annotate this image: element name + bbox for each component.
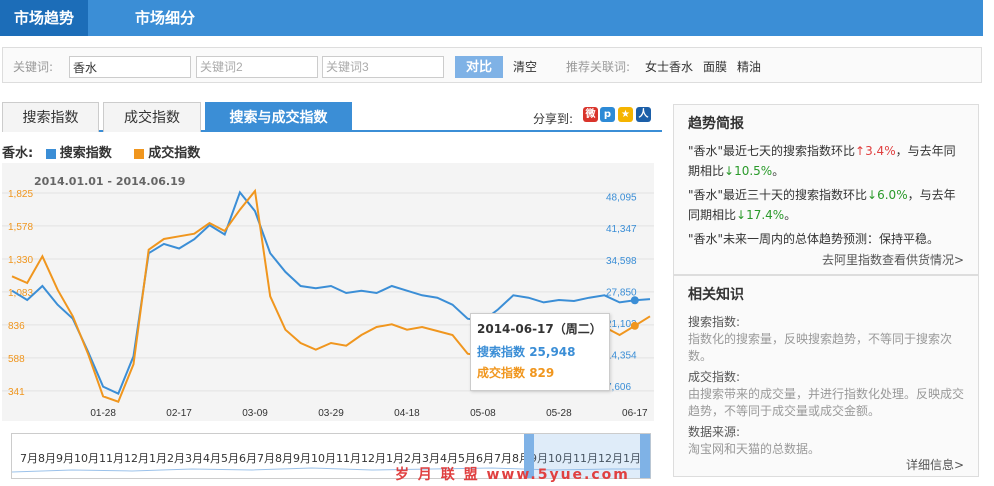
left-axis-tick: 1,825: [8, 189, 33, 200]
brief-30d-yoy-change: 17.4%: [746, 208, 785, 222]
highlight-point-trade[interactable]: [630, 321, 639, 330]
tooltip-search-row: 搜索指数 25,948: [477, 343, 603, 360]
legend-prefix: 香水:: [2, 146, 34, 161]
x-axis-tick: 01-28: [90, 408, 116, 419]
keyword-label: 关键词:: [13, 60, 54, 74]
brief-forecast: "香水"未来一周内的总体趋势预测：保持平稳。: [688, 232, 940, 246]
star-icon[interactable]: ★: [618, 107, 633, 122]
knowledge-search-text: 指数化的搜索量，反映搜索趋势，不等同于搜索次数。: [688, 332, 953, 363]
brief-30d-end: 。: [784, 208, 797, 222]
right-axis-tick: 34,598: [606, 256, 637, 267]
knowledge-search-head: 搜索指数:: [688, 315, 741, 329]
x-axis-tick: 02-17: [166, 408, 192, 419]
arrow-down-icon: ↓: [724, 164, 735, 178]
tab-search-and-trade[interactable]: 搜索与成交指数: [205, 102, 352, 132]
rec-keyword-oil[interactable]: 精油: [737, 58, 761, 75]
brief-30d-change: 6.0%: [877, 188, 908, 202]
tooltip-date: 2014-06-17（周二）: [477, 322, 602, 336]
watermark: 岁 月 联 盟 www.5yue.com: [395, 467, 630, 483]
knowledge-source-head: 数据来源:: [688, 425, 741, 439]
keyword-input-2[interactable]: [196, 56, 318, 78]
right-axis-tick: 48,095: [606, 193, 637, 204]
qzone-icon[interactable]: p: [600, 107, 615, 122]
tab-search-index[interactable]: 搜索指数: [2, 102, 99, 132]
brief-title: 趋势简报: [688, 116, 744, 132]
compare-button[interactable]: 对比: [455, 56, 503, 78]
left-axis-tick: 341: [8, 387, 25, 398]
left-axis-tick: 1,578: [8, 222, 33, 233]
share-label: 分享到:: [533, 112, 574, 126]
tooltip-search-value: 25,948: [529, 345, 576, 359]
tooltip-search-label: 搜索指数: [477, 345, 526, 359]
right-axis-tick: 14,354: [606, 351, 637, 362]
chart-tooltip: 2014-06-17（周二） 搜索指数 25,948 成交指数 829: [470, 313, 610, 391]
brief-7d-yoy-change: 10.5%: [734, 164, 773, 178]
tooltip-trade-label: 成交指数: [477, 366, 526, 380]
knowledge-title: 相关知识: [688, 287, 744, 303]
knowledge-trade-head: 成交指数:: [688, 370, 741, 384]
brief-body: "香水"最近七天的搜索指数环比↑3.4%，与去年同期相比↓10.5%。 "香水"…: [674, 141, 978, 249]
tooltip-trade-row: 成交指数 829: [477, 364, 603, 381]
right-axis-tick: 41,347: [606, 224, 637, 235]
trend-brief-panel: 趋势简报 "香水"最近七天的搜索指数环比↑3.4%，与去年同期相比↓10.5%。…: [673, 104, 979, 275]
weibo-icon[interactable]: 微: [583, 107, 598, 122]
legend-search-label[interactable]: 搜索指数: [60, 146, 112, 161]
arrow-down-icon: ↓: [736, 208, 747, 222]
brief-30d-text: "香水"最近三十天的搜索指数环比: [688, 188, 868, 202]
legend-search-swatch: [45, 148, 56, 159]
left-axis-tick: 588: [8, 354, 25, 365]
x-axis-tick: 05-08: [470, 408, 496, 419]
brief-7d-end: 。: [772, 164, 785, 178]
tab-market-trend[interactable]: 市场趋势: [0, 0, 89, 36]
arrow-down-icon: ↓: [867, 188, 878, 202]
rec-keyword-mask[interactable]: 面膜: [703, 58, 727, 75]
brief-7d-change: 3.4%: [865, 144, 896, 158]
x-axis-tick: 03-09: [242, 408, 268, 419]
chart-legend: 香水: 搜索指数 成交指数: [2, 142, 200, 161]
knowledge-body: 搜索指数: 指数化的搜索量，反映搜索趋势，不等同于搜索次数。 成交指数: 由搜索…: [674, 314, 978, 458]
legend-trade-swatch: [134, 148, 145, 159]
legend-trade-label[interactable]: 成交指数: [148, 146, 200, 161]
x-axis-tick: 06-17: [622, 408, 648, 419]
tab-trade-index[interactable]: 成交指数: [103, 102, 201, 132]
right-axis-tick: 27,850: [606, 287, 637, 298]
recommended-label: 推荐关联词:: [566, 60, 631, 74]
x-axis-tick: 04-18: [394, 408, 420, 419]
x-axis-tick: 03-29: [318, 408, 344, 419]
tab-market-segment[interactable]: 市场细分: [121, 0, 209, 36]
keyword-input-1[interactable]: [69, 56, 191, 78]
left-axis-tick: 1,330: [8, 255, 33, 266]
knowledge-trade-text: 由搜索带来的成交量，并进行指数化处理。反映成交趋势，不等同于成交量或成交金额。: [688, 387, 965, 418]
brief-line-30days: "香水"最近三十天的搜索指数环比↓6.0%，与去年同期相比↓17.4%。: [688, 185, 964, 225]
keyword-input-3[interactable]: [322, 56, 444, 78]
x-axis-tick: 05-28: [546, 408, 572, 419]
tooltip-trade-value: 829: [529, 366, 555, 380]
rec-keyword-perfume-women[interactable]: 女士香水: [645, 58, 693, 75]
highlight-point-search[interactable]: [630, 296, 639, 305]
ali-index-link[interactable]: 去阿里指数查看供货情况>: [822, 251, 964, 268]
details-link[interactable]: 详细信息>: [906, 456, 964, 473]
left-axis-tick: 836: [8, 321, 25, 332]
navigator-handle-right[interactable]: [640, 434, 650, 478]
arrow-up-icon: ↑: [855, 144, 866, 158]
brief-line-7days: "香水"最近七天的搜索指数环比↑3.4%，与去年同期相比↓10.5%。: [688, 141, 964, 181]
clear-button[interactable]: 清空: [513, 58, 537, 75]
top-nav: 市场趋势 市场细分: [0, 0, 983, 36]
knowledge-panel: 相关知识 搜索指数: 指数化的搜索量，反映搜索趋势，不等同于搜索次数。 成交指数…: [673, 275, 979, 477]
keyword-search-bar: 关键词: 对比 清空 推荐关联词: 女士香水 面膜 精油: [2, 47, 982, 83]
date-range-label: 2014.01.01 - 2014.06.19: [34, 175, 186, 188]
brief-7d-text: "香水"最近七天的搜索指数环比: [688, 144, 856, 158]
renren-icon[interactable]: 人: [636, 107, 651, 122]
